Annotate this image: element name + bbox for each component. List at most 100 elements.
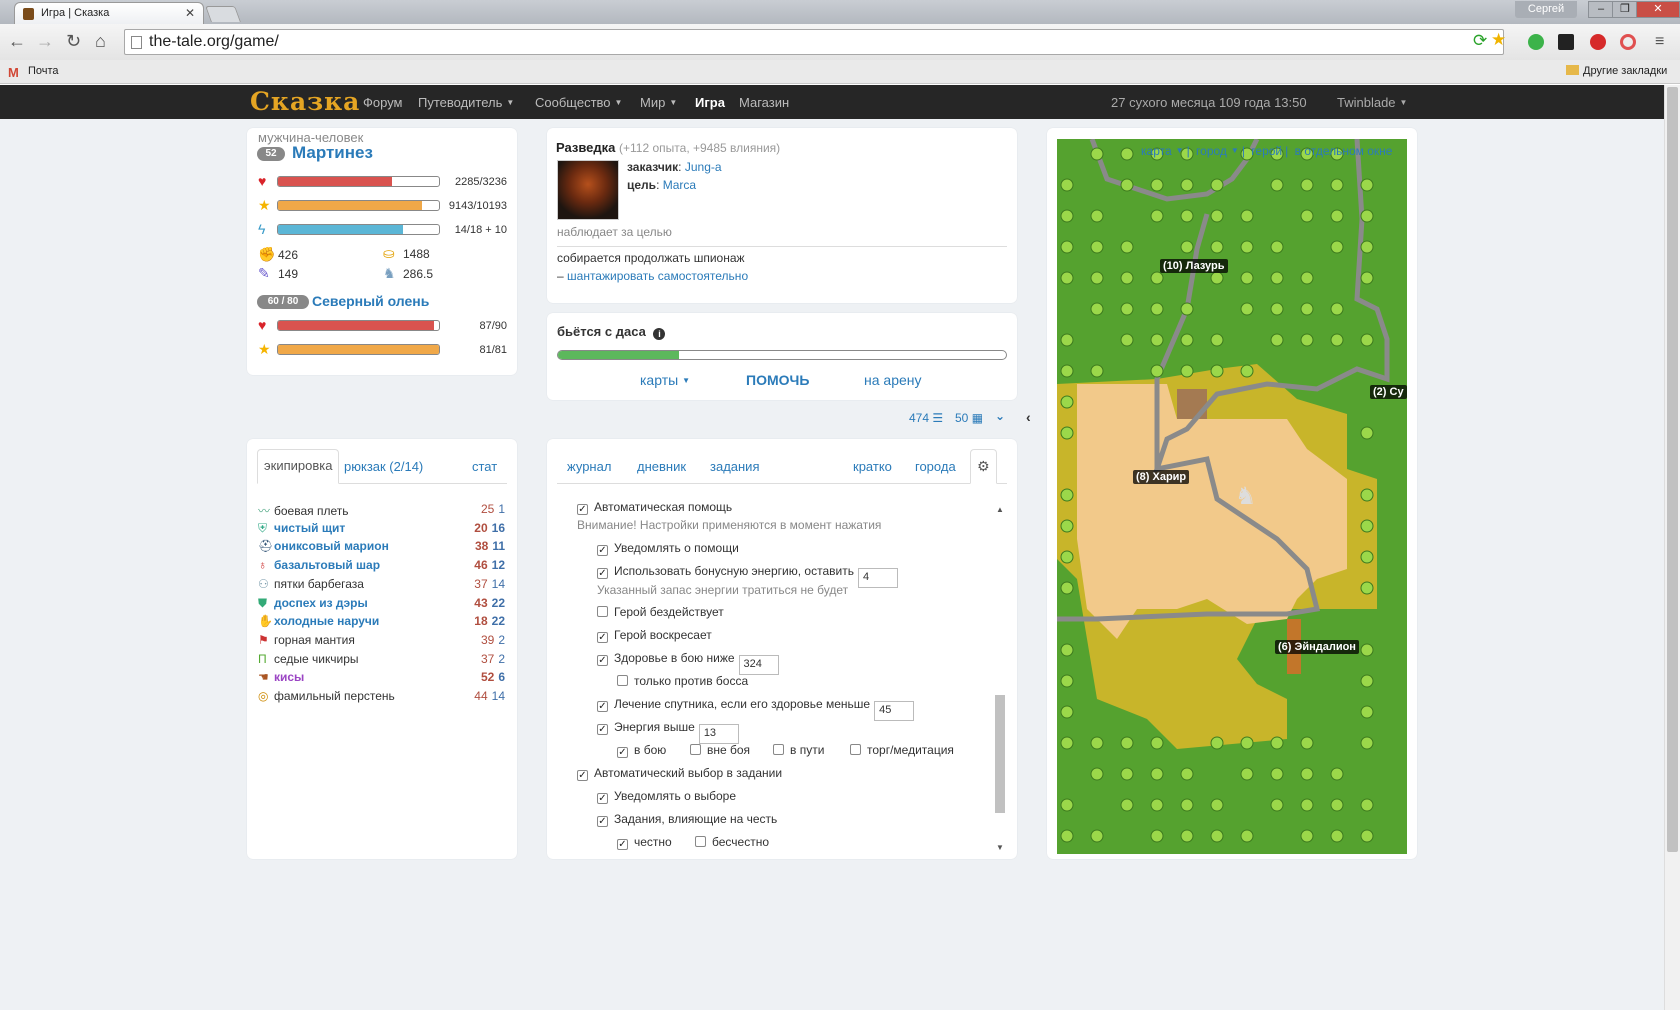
scroll-up-icon[interactable]: ▲: [996, 505, 1004, 514]
site-logo[interactable]: Сказка: [250, 87, 360, 116]
help-button[interactable]: ПОМОЧЬ: [746, 372, 809, 388]
equipment-item[interactable]: ⛑ониксовый марион 38 11: [258, 539, 513, 553]
reload-icon[interactable]: ↻: [66, 31, 81, 52]
tab-bag[interactable]: рюкзак (2/14): [344, 459, 423, 474]
quest-client-link[interactable]: Jung-a: [685, 160, 722, 174]
extension-s-icon[interactable]: [1558, 34, 1574, 50]
menu-community[interactable]: Сообщество ▼: [535, 95, 622, 110]
new-tab-button[interactable]: [205, 6, 241, 22]
equipment-item[interactable]: ⚑ горная мантия 39 2: [258, 633, 513, 647]
dishonest-checkbox[interactable]: бесчестно: [695, 835, 769, 849]
menu-forum[interactable]: Форум: [363, 95, 403, 110]
scroll-down-icon[interactable]: ▼: [996, 843, 1004, 852]
trade-checkbox[interactable]: торг/медитация: [850, 743, 954, 757]
out-battle-checkbox[interactable]: вне боя: [690, 743, 750, 757]
health-below-input[interactable]: 324: [738, 655, 779, 675]
map-link-hero[interactable]: герой: [1251, 144, 1282, 158]
bonus-energy-input[interactable]: 4: [857, 568, 898, 588]
forward-icon[interactable]: →: [36, 31, 54, 52]
info-icon[interactable]: i: [653, 328, 666, 340]
notify-help-checkbox[interactable]: ✓ Уведомлять о помощи: [597, 541, 739, 556]
equipment-item[interactable]: ⛨ чистый щит 20 16: [258, 521, 513, 536]
on-road-checkbox[interactable]: в пути: [773, 743, 824, 757]
menu-shop[interactable]: Магазин: [739, 95, 789, 110]
address-bar[interactable]: the-tale.org/game/ ⟳ ★: [124, 29, 1506, 55]
menu-world[interactable]: Мир ▼: [640, 95, 677, 110]
map-city-label[interactable]: (10) Лазурь: [1160, 259, 1228, 273]
minimize-icon[interactable]: –: [1588, 1, 1614, 18]
equipment-item[interactable]: ♁ базальтовый шар 46 12: [258, 558, 513, 572]
auto-help-checkbox[interactable]: ✓ Автоматическая помощь: [577, 500, 732, 515]
heal-companion-input[interactable]: 45: [874, 701, 915, 721]
collapse-map-icon[interactable]: ‹: [1026, 409, 1031, 425]
quest-target-link[interactable]: Marca: [663, 178, 696, 192]
companion-name[interactable]: Северный олень: [312, 293, 429, 309]
tab-stats[interactable]: стат: [472, 459, 497, 474]
user-menu[interactable]: Twinblade ▼: [1337, 95, 1407, 110]
settings-scrollbar-thumb[interactable]: [995, 695, 1005, 813]
hero-name[interactable]: Мартинез: [292, 143, 373, 163]
page-scrollbar-thumb[interactable]: [1667, 87, 1678, 852]
back-icon[interactable]: ←: [8, 31, 26, 52]
equipment-item[interactable]: ⚇ пятки барбегаза 37 14: [258, 577, 513, 591]
star-icon[interactable]: ★: [1491, 30, 1506, 50]
cards-counter[interactable]: 50 ▦: [955, 411, 983, 425]
extension-green-icon[interactable]: [1528, 34, 1544, 50]
map-link-city[interactable]: город ▼: [1196, 144, 1239, 158]
profile-button[interactable]: Сергей: [1515, 1, 1577, 18]
in-battle-checkbox[interactable]: ✓ в бою: [617, 743, 666, 758]
tab-equipment[interactable]: экипировка: [257, 449, 340, 484]
menu-icon[interactable]: ≡: [1655, 33, 1664, 51]
quest-reward: (+112 опыта, +9485 влияния): [619, 141, 781, 155]
equipment-item[interactable]: 〰 боевая плеть 25 1: [258, 502, 513, 519]
tab-cities[interactable]: города: [915, 459, 956, 474]
notify-choice-checkbox[interactable]: ✓ Уведомлять о выборе: [597, 789, 736, 804]
equipment-item[interactable]: ☚ кисы 52 6: [258, 670, 513, 684]
map-city-label[interactable]: (6) Эйндалион: [1275, 640, 1359, 654]
close-tab-icon[interactable]: ✕: [185, 6, 195, 20]
page-scrollbar[interactable]: [1664, 85, 1680, 1010]
map-city-label[interactable]: (2) Су: [1370, 385, 1407, 399]
map-city-label[interactable]: (8) Харир: [1133, 470, 1190, 484]
honest-checkbox[interactable]: ✓ честно: [617, 835, 672, 850]
home-icon[interactable]: ⌂: [95, 31, 106, 52]
settings-gear-icon[interactable]: ⚙: [970, 449, 997, 484]
energy-above-checkbox[interactable]: ✓ Энергия выше 13: [597, 720, 739, 744]
browser-tab[interactable]: Игра | Сказка ✕: [14, 2, 204, 24]
map-link-separate-window[interactable]: в отдельном окне: [1295, 144, 1393, 158]
extension-red-icon[interactable]: [1620, 34, 1636, 50]
settings-scrollbar[interactable]: ▲ ▼: [994, 505, 1006, 853]
equipment-item[interactable]: ⛊ доспех из дэры 43 22: [258, 596, 513, 611]
arena-button[interactable]: на арену: [864, 372, 922, 388]
equipment-item[interactable]: Πседые чикчиры 37 2: [258, 652, 513, 666]
tab-journal[interactable]: журнал: [567, 459, 611, 474]
tab-diary[interactable]: дневник: [637, 459, 686, 474]
world-map[interactable]: (10) Лазурь (8) Харир (6) Эйндалион (2) …: [1057, 139, 1407, 854]
tab-quests[interactable]: задания: [710, 459, 760, 474]
cards-dropdown[interactable]: карты ▼: [640, 372, 690, 388]
messages-counter[interactable]: 474 ☰: [909, 411, 943, 425]
equipment-item[interactable]: ◎ фамильный перстень 44 14: [258, 689, 513, 703]
hero-map-icon[interactable]: ♞: [1235, 482, 1257, 511]
menu-game[interactable]: Игра: [695, 95, 725, 110]
heal-companion-checkbox[interactable]: ✓ Лечение спутника, если его здоровье мен…: [597, 697, 915, 721]
chevron-down-icon[interactable]: ⌄: [995, 409, 1005, 423]
bookmark-mail[interactable]: Почта: [28, 65, 59, 77]
honor-quests-checkbox[interactable]: ✓ Задания, влияющие на честь: [597, 812, 777, 827]
only-boss-checkbox[interactable]: только против босса: [617, 674, 748, 688]
resurrect-checkbox[interactable]: ✓ Герой воскресает: [597, 628, 712, 643]
map-link-map[interactable]: карта ▼: [1141, 144, 1184, 158]
menu-guide[interactable]: Путеводитель ▼: [418, 95, 514, 110]
adblock-icon[interactable]: [1590, 34, 1606, 50]
quest-choice-link[interactable]: шантажировать самостоятельно: [567, 269, 748, 283]
restore-icon[interactable]: ❐: [1612, 1, 1638, 18]
auto-choice-checkbox[interactable]: ✓ Автоматический выбор в задании: [577, 766, 782, 781]
energy-above-input[interactable]: 13: [698, 724, 739, 744]
bookmark-other[interactable]: Другие закладки: [1566, 65, 1667, 77]
idle-checkbox[interactable]: Герой бездействует: [597, 605, 724, 619]
tab-brief[interactable]: кратко: [853, 459, 892, 474]
sync-icon[interactable]: ⟳: [1473, 31, 1487, 51]
close-window-icon[interactable]: ✕: [1636, 1, 1680, 18]
equipment-item[interactable]: ✋холодные наручи 18 22: [258, 614, 513, 628]
health-below-checkbox[interactable]: ✓ Здоровье в бою ниже 324: [597, 651, 779, 675]
